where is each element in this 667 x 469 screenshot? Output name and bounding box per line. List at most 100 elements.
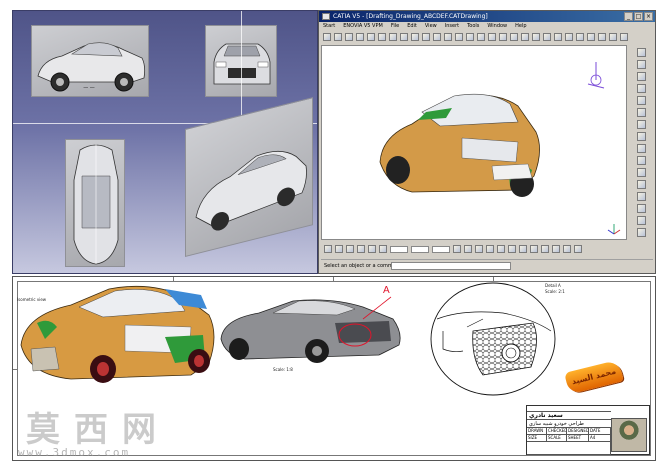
print-icon[interactable] bbox=[356, 33, 364, 41]
minimize-button[interactable]: _ bbox=[624, 12, 633, 21]
mirror-icon[interactable] bbox=[576, 33, 584, 41]
revolve-icon[interactable] bbox=[636, 144, 646, 153]
pad-icon[interactable] bbox=[444, 33, 452, 41]
menu-help[interactable]: Help bbox=[515, 22, 526, 31]
sketch-tool-icon[interactable] bbox=[636, 60, 646, 69]
detail-caption-title: Detail A bbox=[545, 283, 561, 288]
hole-icon[interactable] bbox=[488, 33, 496, 41]
new-icon[interactable] bbox=[323, 33, 331, 41]
command-input[interactable] bbox=[391, 262, 511, 270]
groove-icon[interactable] bbox=[477, 33, 485, 41]
paste-icon[interactable] bbox=[389, 33, 397, 41]
catalog-icon[interactable] bbox=[574, 245, 582, 253]
light-icon[interactable] bbox=[530, 245, 538, 253]
spline-icon[interactable] bbox=[636, 96, 646, 105]
fillet-icon[interactable] bbox=[521, 33, 529, 41]
3d-viewport[interactable] bbox=[321, 45, 627, 240]
iso-view-icon[interactable] bbox=[464, 245, 472, 253]
thickness-icon[interactable] bbox=[565, 33, 573, 41]
designer-photo bbox=[611, 418, 647, 452]
maximize-button[interactable]: □ bbox=[634, 12, 643, 21]
compass-icon[interactable] bbox=[584, 60, 608, 92]
watermark-logo: 莫西网 bbox=[26, 410, 170, 450]
redo-icon[interactable] bbox=[411, 33, 419, 41]
center-line bbox=[241, 11, 242, 123]
field-notes bbox=[527, 442, 611, 455]
field-date: DATE bbox=[589, 428, 611, 435]
draft-icon[interactable] bbox=[543, 33, 551, 41]
detail-leader-line bbox=[362, 296, 392, 320]
detail-caption-scale: Scale: 2:1 bbox=[545, 289, 565, 294]
camera-icon[interactable] bbox=[541, 245, 549, 253]
open-icon[interactable] bbox=[334, 33, 342, 41]
iso-view-caption: Isometric view bbox=[17, 297, 47, 302]
menu-window[interactable]: Window bbox=[487, 22, 507, 31]
field-checked: CHECKED bbox=[547, 428, 567, 435]
thickness-field[interactable] bbox=[411, 245, 429, 253]
menu-enovia[interactable]: ENOVIA V5 VPM bbox=[343, 22, 383, 31]
analysis-icon[interactable] bbox=[563, 245, 571, 253]
zoom-fit-icon[interactable] bbox=[620, 33, 628, 41]
fly-mode-icon[interactable] bbox=[324, 245, 332, 253]
title-block: سعيد نادري طراحي خودرو شبيه سازي DRAWN C… bbox=[526, 405, 650, 455]
normal-view-icon[interactable] bbox=[453, 245, 461, 253]
menu-start[interactable]: Start bbox=[323, 22, 335, 31]
menu-tools[interactable]: Tools bbox=[467, 22, 479, 31]
project-name: طراحي خودرو شبيه سازي bbox=[527, 420, 611, 428]
rib-icon[interactable] bbox=[499, 33, 507, 41]
material-icon[interactable] bbox=[519, 245, 527, 253]
extrude-icon[interactable] bbox=[636, 132, 646, 141]
line-icon[interactable] bbox=[636, 72, 646, 81]
pattern-icon[interactable] bbox=[587, 33, 595, 41]
zone-tick bbox=[333, 277, 334, 281]
shading-icon[interactable] bbox=[475, 245, 483, 253]
window-title: CATIA V5 - [Drafting_Drawing_ABCDEF.CATD… bbox=[319, 11, 655, 22]
undo-icon[interactable] bbox=[400, 33, 408, 41]
cut-icon[interactable] bbox=[367, 33, 375, 41]
zoom-out-icon[interactable] bbox=[379, 245, 387, 253]
layer-field[interactable] bbox=[390, 245, 408, 253]
point-icon[interactable] bbox=[636, 108, 646, 117]
fit-all-icon[interactable] bbox=[335, 245, 343, 253]
copy-icon[interactable] bbox=[378, 33, 386, 41]
rotate-icon[interactable] bbox=[357, 245, 365, 253]
menu-edit[interactable]: Edit bbox=[407, 22, 417, 31]
scale-icon[interactable] bbox=[598, 33, 606, 41]
render-icon[interactable] bbox=[508, 245, 516, 253]
search-icon[interactable] bbox=[636, 48, 646, 57]
trim-icon[interactable] bbox=[636, 204, 646, 213]
section-icon[interactable] bbox=[552, 245, 560, 253]
zoom-in-icon[interactable] bbox=[368, 245, 376, 253]
swap-space-icon[interactable] bbox=[497, 245, 505, 253]
loft-icon[interactable] bbox=[636, 168, 646, 177]
save-icon[interactable] bbox=[345, 33, 353, 41]
shell-icon[interactable] bbox=[554, 33, 562, 41]
shaft-icon[interactable] bbox=[466, 33, 474, 41]
whats-this-icon[interactable] bbox=[422, 33, 430, 41]
blueprint-panel: — — bbox=[12, 10, 318, 274]
blend-icon[interactable] bbox=[636, 180, 646, 189]
sketch-icon[interactable] bbox=[433, 33, 441, 41]
rendered-car-iso bbox=[20, 285, 215, 383]
measure-icon[interactable] bbox=[609, 33, 617, 41]
plane-icon[interactable] bbox=[636, 120, 646, 129]
chamfer-icon[interactable] bbox=[532, 33, 540, 41]
join-icon[interactable] bbox=[636, 216, 646, 225]
menu-insert[interactable]: Insert bbox=[445, 22, 459, 31]
offset-icon[interactable] bbox=[636, 228, 646, 237]
menu-bar: Start ENOVIA V5 VPM File Edit View Inser… bbox=[319, 22, 655, 31]
close-button[interactable]: × bbox=[644, 12, 653, 21]
hide-show-icon[interactable] bbox=[486, 245, 494, 253]
sweep-icon[interactable] bbox=[636, 156, 646, 165]
menu-view[interactable]: View bbox=[425, 22, 437, 31]
side-view-caption: — — bbox=[83, 85, 95, 91]
pan-icon[interactable] bbox=[346, 245, 354, 253]
circle-icon[interactable] bbox=[636, 84, 646, 93]
catia-app-icon bbox=[322, 13, 330, 20]
linetype-field[interactable] bbox=[432, 245, 450, 253]
front-view-car bbox=[213, 43, 271, 85]
slot-icon[interactable] bbox=[510, 33, 518, 41]
pocket-icon[interactable] bbox=[455, 33, 463, 41]
split-icon[interactable] bbox=[636, 192, 646, 201]
menu-file[interactable]: File bbox=[391, 22, 399, 31]
